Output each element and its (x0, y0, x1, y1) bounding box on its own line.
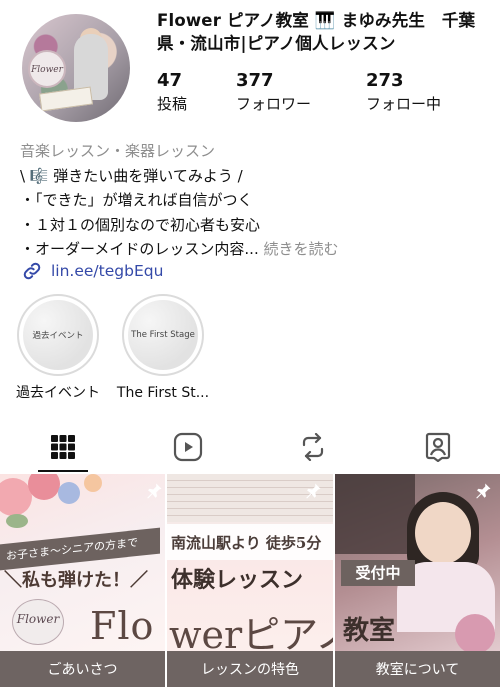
decor-flower (28, 474, 60, 500)
highlight-past-events[interactable]: 過去イベント 過去イベント (3, 294, 113, 402)
profile-tabs (0, 422, 500, 472)
stat-following-count: 273 (366, 70, 404, 91)
post-caption: ごあいさつ (0, 651, 165, 687)
post-caption: レッスンの特色 (167, 651, 333, 687)
profile-link[interactable]: lin.ee/tegbEqu (22, 258, 163, 284)
post-tile[interactable]: 受付中 教室 教室について (335, 474, 500, 687)
post-logo: Flower (12, 599, 64, 645)
stat-followers-label: フォロワー (236, 95, 312, 113)
post-trial-lesson: 体験レッスン (171, 567, 304, 593)
bio-category: 音楽レッスン・楽器レッスン (20, 142, 216, 160)
pin-icon (306, 483, 321, 499)
stat-posts-count: 47 (157, 70, 183, 91)
stat-followers[interactable]: 377 フォロワー (236, 70, 311, 116)
highlight-label: The First St... (116, 385, 210, 401)
decor-flower (84, 474, 102, 492)
highlight-cover: 過去イベント (23, 300, 93, 370)
link-icon (23, 262, 41, 280)
stat-following[interactable]: 273 フォロー中 (366, 70, 441, 116)
post-tag: 受付中 (341, 560, 415, 586)
bio-line: ・オーダーメイドのレッスン内容... (20, 240, 259, 258)
tab-tagged[interactable] (375, 422, 500, 472)
tab-reposts[interactable] (250, 422, 375, 472)
highlight-ring: The First Stage (122, 294, 204, 376)
highlight-ring: 過去イベント (17, 294, 99, 376)
profile-header: Flower Flower ピアノ教室 🎹 まゆみ先生 千葉県・流山市|ピアノ個… (0, 0, 500, 135)
post-tile[interactable]: お子さま〜シニアの方まで ＼私も弾けた！／ Flower Flo ごあいさつ (0, 474, 165, 687)
post-title-part: 教室 (343, 616, 396, 646)
photo-face (415, 502, 471, 564)
profile-name: Flower ピアノ教室 🎹 まゆみ先生 千葉県・流山市|ピアノ個人レッスン (157, 11, 476, 53)
post-grid: お子さま〜シニアの方まで ＼私も弾けた！／ Flower Flo ごあいさつ 南… (0, 474, 500, 687)
highlight-cover-text: 過去イベント (32, 331, 84, 341)
tagged-user-icon (425, 432, 450, 462)
post-caption: 教室について (335, 651, 500, 687)
highlight-label: 過去イベント (16, 385, 100, 401)
stat-posts-label: 投稿 (157, 95, 188, 113)
highlight-first-stage[interactable]: The First Stage The First St... (108, 294, 218, 402)
bio-line: ・１対１の個別なので初心者も安心 (20, 215, 261, 234)
avatar-logo-badge: Flower (28, 50, 66, 88)
bio-line: \ 🎼 弾きたい曲を弾いてみよう / (20, 166, 243, 185)
tab-reels[interactable] (125, 422, 250, 472)
read-more-link[interactable]: 続きを読む (264, 240, 339, 258)
pin-icon (476, 483, 491, 499)
repost-icon (302, 433, 323, 461)
decor-flower (455, 614, 495, 654)
post-tile[interactable]: 南流山駅より 徒歩5分 体験レッスン werピアノ レッスンの特色 (167, 474, 333, 687)
profile-link-text: lin.ee/tegbEqu (51, 262, 164, 280)
post-banner-text: お子さま〜シニアの方まで (0, 527, 160, 571)
profile-bio: 音楽レッスン・楽器レッスン \ 🎼 弾きたい曲を弾いてみよう / ・「できた」が… (20, 139, 490, 262)
highlight-cover: The First Stage (128, 300, 198, 370)
post-access-text: 南流山駅より 徒歩5分 (171, 534, 322, 552)
post-headline: ＼私も弾けた！／ (4, 570, 148, 591)
stat-followers-count: 377 (236, 70, 274, 91)
decor-piano (335, 474, 415, 554)
pin-icon (147, 483, 162, 499)
stat-following-label: フォロー中 (366, 95, 442, 113)
avatar-music-book (39, 86, 93, 112)
stat-posts[interactable]: 47 投稿 (157, 70, 187, 116)
reels-icon (173, 432, 202, 462)
avatar-logo-text: Flower (31, 65, 63, 75)
profile-avatar[interactable]: Flower (22, 14, 130, 122)
post-title-part: Flo (90, 604, 155, 648)
tab-grid[interactable] (0, 422, 125, 472)
decor-leaf (6, 514, 28, 528)
grid-icon (50, 435, 75, 459)
decor-flower (58, 482, 80, 504)
highlight-cover-text: The First Stage (131, 330, 195, 340)
bio-line: ・「できた」が増えれば自信がつく (20, 191, 253, 209)
